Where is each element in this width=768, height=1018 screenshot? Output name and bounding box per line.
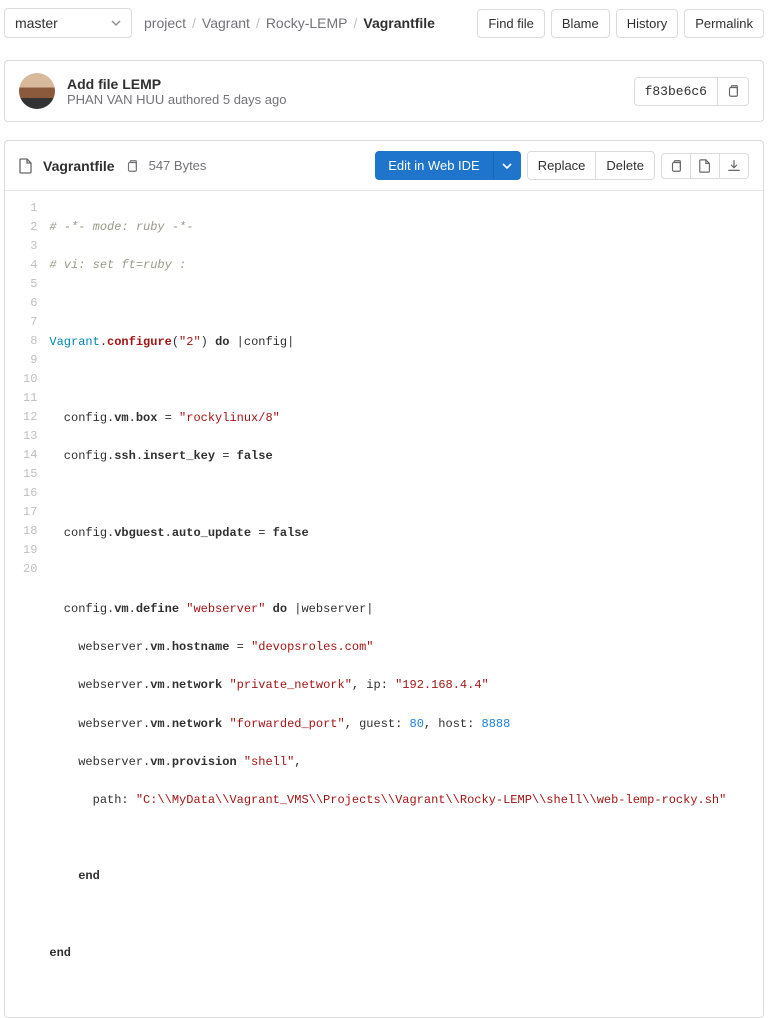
copy-contents-button[interactable] — [661, 153, 691, 179]
download-button[interactable] — [720, 153, 749, 179]
clipboard-icon — [726, 84, 740, 98]
line-number[interactable]: 3 — [23, 237, 37, 256]
file-block: Vagrantfile 547 Bytes Edit in Web IDE Re… — [4, 140, 764, 1018]
clipboard-icon — [669, 159, 683, 173]
permalink-button[interactable]: Permalink — [684, 9, 764, 38]
crumb-rocky-lemp[interactable]: Rocky-LEMP — [266, 15, 348, 31]
history-button[interactable]: History — [616, 9, 678, 38]
replace-button[interactable]: Replace — [527, 151, 597, 180]
commit-block: Add file LEMP PHAN VAN HUU authored 5 da… — [4, 60, 764, 122]
document-icon — [19, 158, 33, 174]
raw-button[interactable] — [691, 153, 720, 179]
source-code: 1234567891011121314151617181920 # -*- mo… — [5, 191, 763, 1017]
crumb-current: Vagrantfile — [363, 15, 435, 31]
crumb-vagrant[interactable]: Vagrant — [202, 15, 250, 31]
commit-when: 5 days ago — [223, 92, 287, 107]
line-number[interactable]: 2 — [23, 218, 37, 237]
line-number[interactable]: 17 — [23, 503, 37, 522]
line-number[interactable]: 10 — [23, 370, 37, 389]
line-number[interactable]: 16 — [23, 484, 37, 503]
chevron-down-icon — [502, 161, 512, 171]
document-icon — [698, 159, 712, 173]
code-content[interactable]: # -*- mode: ruby -*- # vi: set ft=ruby :… — [49, 199, 763, 1001]
blame-button[interactable]: Blame — [551, 9, 610, 38]
branch-name: master — [15, 15, 58, 31]
download-icon — [727, 159, 741, 173]
line-number[interactable]: 19 — [23, 541, 37, 560]
chevron-down-icon — [111, 18, 121, 28]
avatar — [19, 73, 55, 109]
line-number[interactable]: 4 — [23, 256, 37, 275]
line-number[interactable]: 12 — [23, 408, 37, 427]
crumb-project[interactable]: project — [144, 15, 186, 31]
line-number[interactable]: 18 — [23, 522, 37, 541]
line-number[interactable]: 9 — [23, 351, 37, 370]
commit-sha[interactable]: f83be6c6 — [634, 77, 718, 106]
line-number[interactable]: 13 — [23, 427, 37, 446]
copy-path-button[interactable] — [125, 159, 139, 173]
line-number[interactable]: 1 — [23, 199, 37, 218]
find-file-button[interactable]: Find file — [477, 9, 545, 38]
line-number[interactable]: 7 — [23, 313, 37, 332]
line-number[interactable]: 11 — [23, 389, 37, 408]
edit-dropdown-button[interactable] — [493, 151, 521, 180]
copy-sha-button[interactable] — [718, 77, 749, 106]
line-number[interactable]: 6 — [23, 294, 37, 313]
line-number[interactable]: 15 — [23, 465, 37, 484]
line-numbers: 1234567891011121314151617181920 — [5, 199, 49, 1001]
file-size: 547 Bytes — [149, 158, 207, 173]
file-name: Vagrantfile — [43, 158, 115, 174]
line-number[interactable]: 8 — [23, 332, 37, 351]
breadcrumb: project/ Vagrant/ Rocky-LEMP/ Vagrantfil… — [144, 15, 465, 31]
commit-meta: PHAN VAN HUU authored 5 days ago — [67, 92, 622, 107]
edit-web-ide-button[interactable]: Edit in Web IDE — [375, 151, 493, 180]
line-number[interactable]: 14 — [23, 446, 37, 465]
branch-selector[interactable]: master — [4, 8, 132, 38]
line-number[interactable]: 5 — [23, 275, 37, 294]
delete-button[interactable]: Delete — [596, 151, 655, 180]
commit-author[interactable]: PHAN VAN HUU — [67, 92, 164, 107]
commit-title[interactable]: Add file LEMP — [67, 76, 622, 92]
line-number[interactable]: 20 — [23, 560, 37, 579]
